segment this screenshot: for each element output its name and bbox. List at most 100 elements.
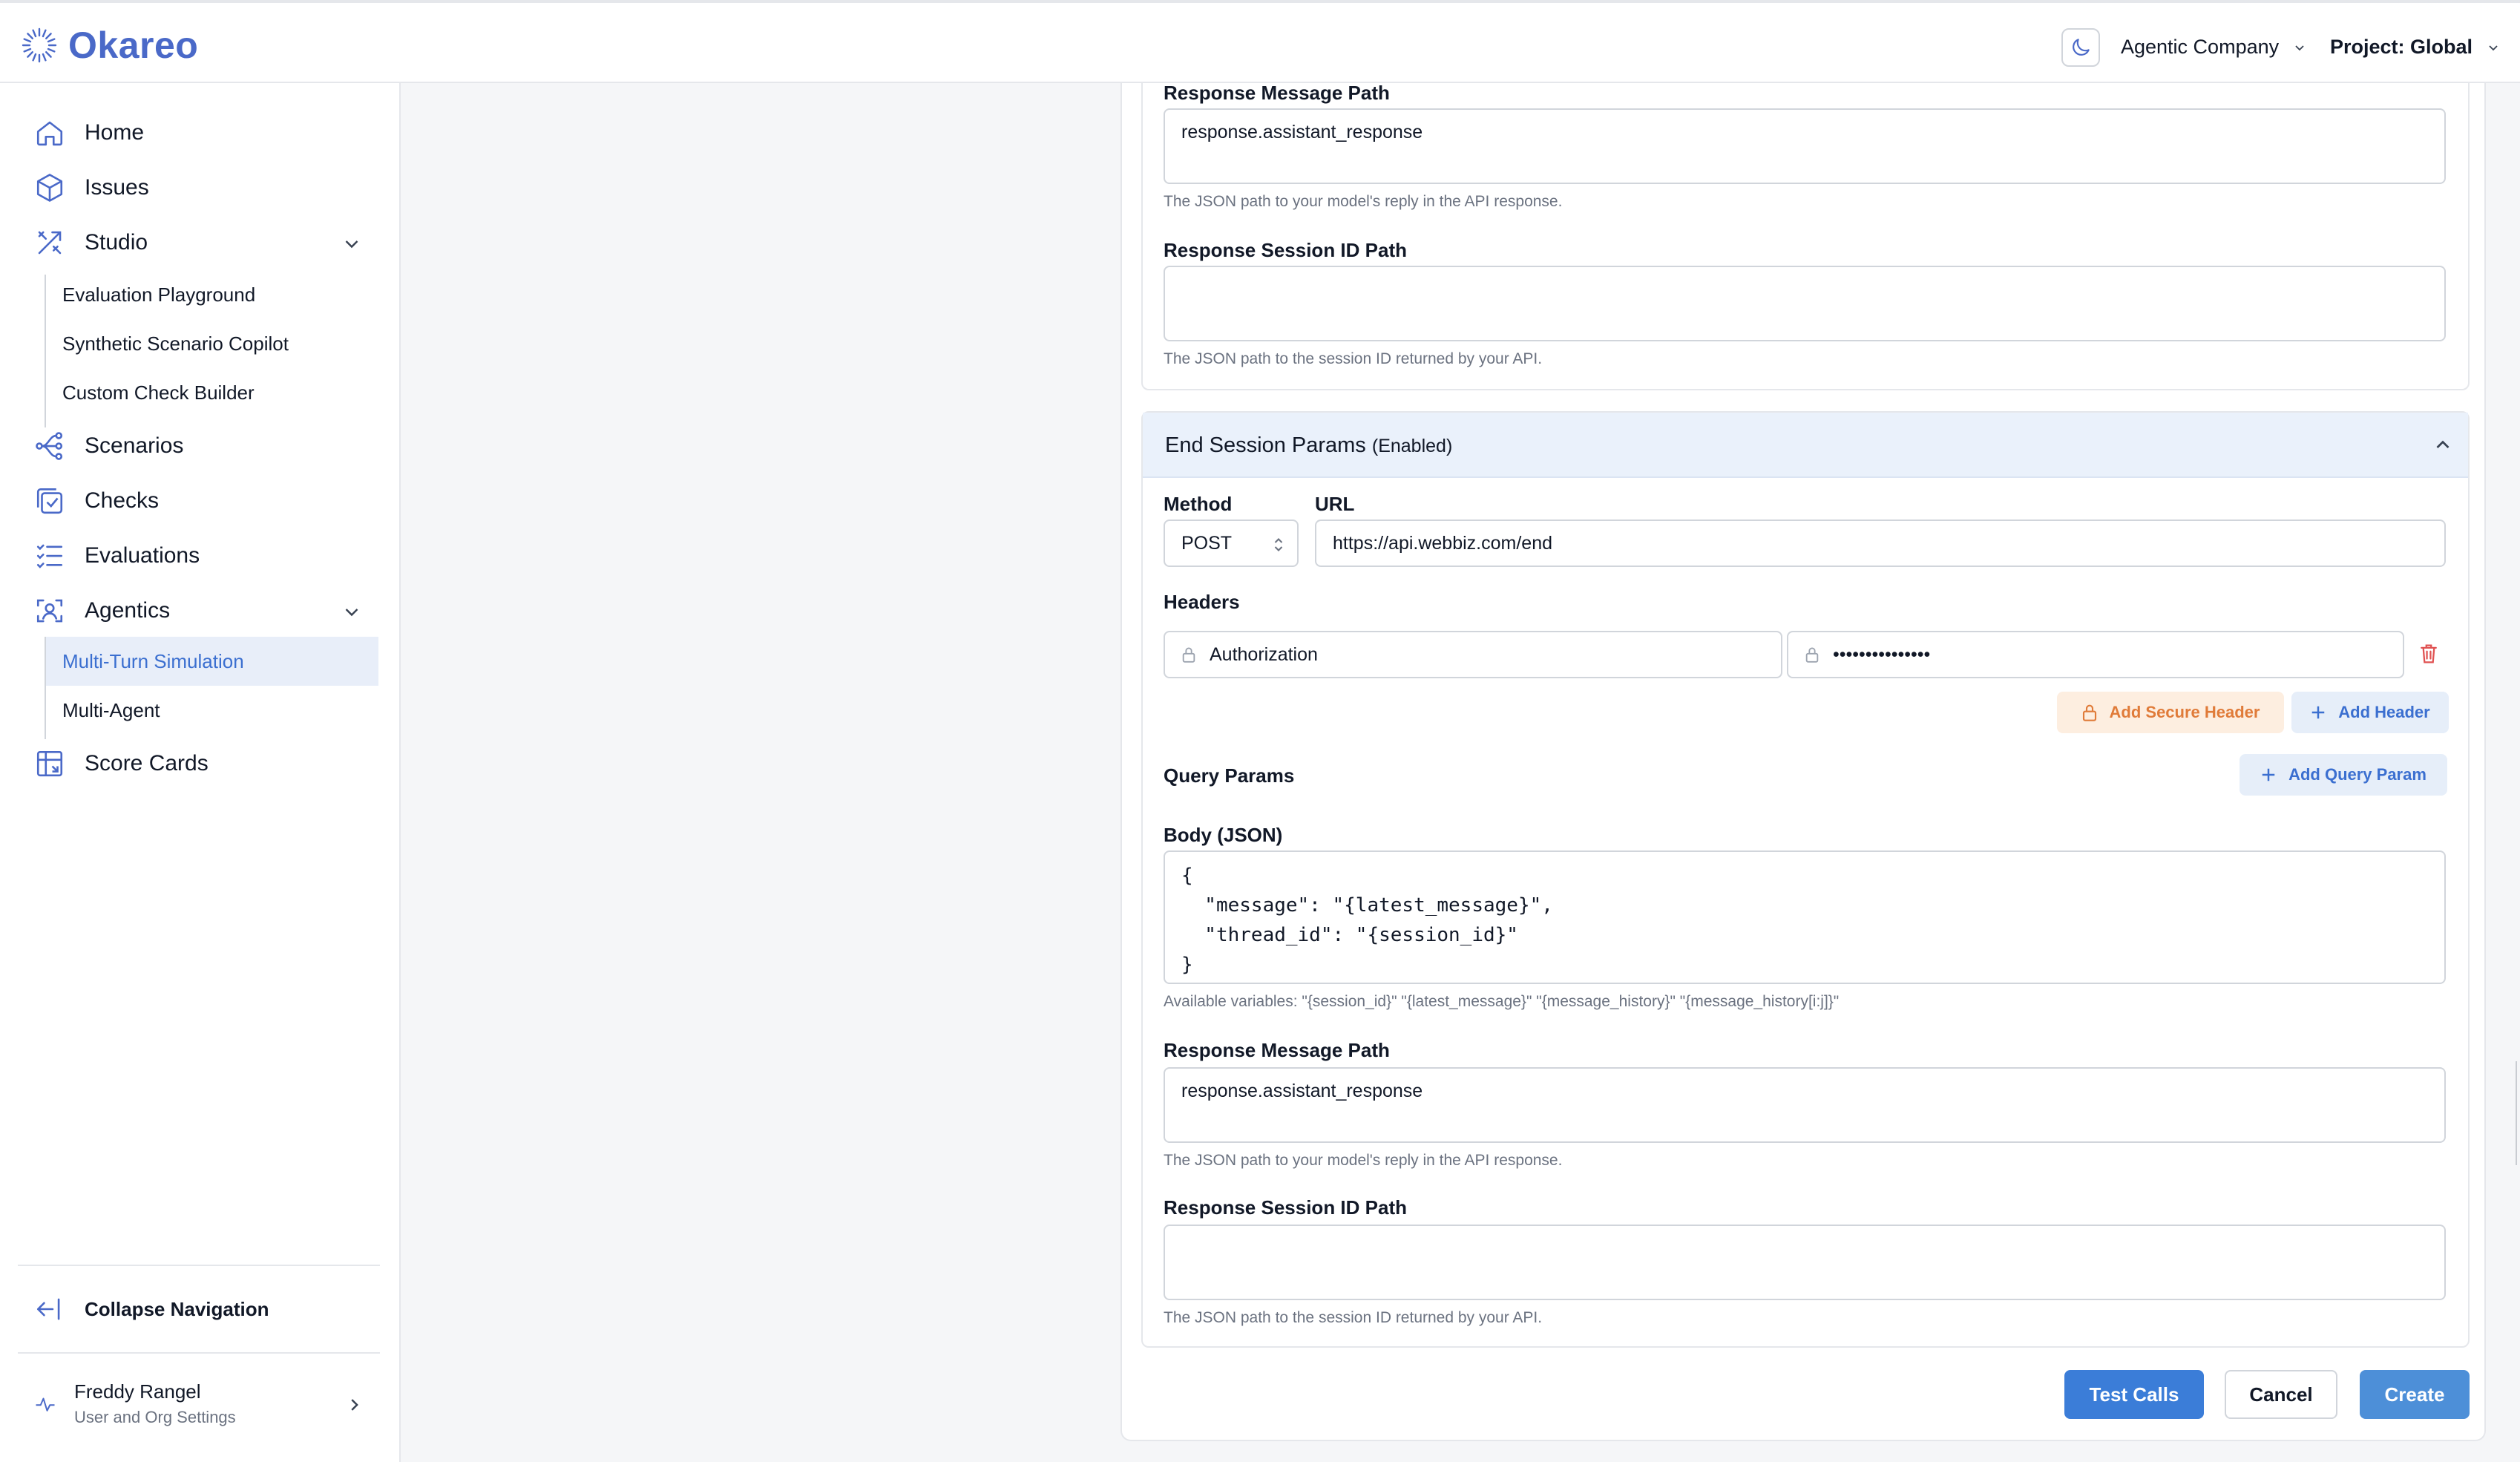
- query-params-label: Query Params: [1164, 764, 1295, 787]
- cube-icon: [36, 174, 63, 202]
- sidebar-item-evaluations[interactable]: Evaluations: [34, 540, 200, 571]
- activity-icon: [36, 1397, 55, 1412]
- user-settings[interactable]: Freddy Rangel User and Org Settings: [34, 1380, 236, 1427]
- branch-icon: [36, 432, 63, 460]
- sidebar-item-home[interactable]: Home: [34, 117, 144, 148]
- lock-icon: [1182, 647, 1195, 663]
- project-name: Project: Global: [2330, 36, 2473, 58]
- plus-icon: [2262, 768, 2275, 781]
- sidebar-item-issues[interactable]: Issues: [34, 172, 149, 203]
- logo-text: Okareo: [68, 24, 199, 66]
- sidebar-item-label: Score Cards: [85, 751, 209, 776]
- sidebar-subitem-synthetic-scenario-copilot[interactable]: Synthetic Scenario Copilot: [62, 332, 289, 355]
- end-response-message-path-input[interactable]: response.assistant_response: [1164, 1067, 2446, 1143]
- method-value: POST: [1181, 532, 1233, 554]
- response-session-id-path-help: The JSON path to the session ID returned…: [1164, 350, 1543, 367]
- user-subtitle: User and Org Settings: [74, 1408, 236, 1426]
- add-query-param-button[interactable]: Add Query Param: [2240, 754, 2447, 796]
- response-session-id-path-input[interactable]: [1164, 266, 2446, 341]
- end-response-session-id-path-help: The JSON path to the session ID returned…: [1164, 1309, 1543, 1326]
- company-selector[interactable]: Agentic Company: [2121, 36, 2306, 59]
- add-query-param-label: Add Query Param: [2288, 765, 2427, 784]
- list-check-icon: [36, 544, 63, 568]
- sidebar-item-checks[interactable]: Checks: [34, 485, 159, 517]
- sidebar-subitem-custom-check-builder[interactable]: Custom Check Builder: [62, 381, 255, 404]
- add-secure-header-button[interactable]: Add Secure Header: [2057, 692, 2284, 733]
- scrollbar[interactable]: [2516, 1061, 2517, 1165]
- sidebar-item-score-cards[interactable]: Score Cards: [34, 748, 209, 779]
- tools-icon: [38, 231, 62, 255]
- user-name: Freddy Rangel: [74, 1380, 201, 1403]
- end-session-title-text: End Session Params: [1165, 433, 1366, 457]
- sidebar-item-label: Home: [85, 120, 145, 145]
- cancel-button[interactable]: Cancel: [2225, 1370, 2337, 1419]
- sidebar-subitem-multi-turn-simulation[interactable]: Multi-Turn Simulation: [62, 650, 244, 673]
- company-name: Agentic Company: [2121, 36, 2280, 58]
- header-key-input[interactable]: Authorization: [1164, 631, 1782, 678]
- sidebar-item-label: Scenarios: [85, 433, 184, 458]
- test-calls-button[interactable]: Test Calls: [2064, 1370, 2204, 1419]
- body-json-label: Body (JSON): [1164, 824, 1283, 846]
- response-message-path-input[interactable]: response.assistant_response: [1164, 108, 2446, 184]
- url-input[interactable]: https://api.webbiz.com/end: [1315, 519, 2446, 567]
- end-session-title: End Session Params (Enabled): [1165, 433, 1452, 458]
- agent-scan-icon: [36, 599, 63, 623]
- table-icon: [36, 750, 63, 777]
- logo[interactable]: Okareo: [21, 24, 198, 67]
- project-selector[interactable]: Project: Global: [2330, 36, 2499, 59]
- method-label: Method: [1164, 493, 1233, 515]
- home-icon: [36, 121, 63, 146]
- sidebar: Home Issues Studio Evaluation Playground…: [0, 83, 401, 1462]
- header-key-value: Authorization: [1210, 643, 1318, 665]
- end-session-header[interactable]: End Session Params (Enabled): [1143, 413, 2468, 478]
- end-response-message-path-help: The JSON path to your model's reply in t…: [1164, 1152, 1563, 1169]
- body-json-editor[interactable]: { "message": "{latest_message}", "thread…: [1164, 850, 2446, 984]
- trash-icon[interactable]: [2419, 643, 2438, 665]
- chevron-up-icon[interactable]: [2434, 436, 2452, 454]
- header-value-masked: •••••••••••••••: [1833, 643, 1931, 665]
- sidebar-subitem-evaluation-playground[interactable]: Evaluation Playground: [62, 283, 255, 307]
- collapse-arrow-icon: [36, 1298, 60, 1320]
- lock-icon: [1805, 647, 1819, 663]
- available-variables-help: Available variables: "{session_id}" "{la…: [1164, 993, 1840, 1010]
- sidebar-item-label: Checks: [85, 488, 160, 513]
- sidebar-item-label: Issues: [85, 175, 149, 200]
- add-secure-header-label: Add Secure Header: [2109, 703, 2260, 721]
- method-select[interactable]: POST: [1164, 519, 1299, 567]
- plus-icon: [2312, 706, 2325, 719]
- chevron-down-icon[interactable]: [343, 235, 361, 252]
- add-header-button[interactable]: Add Header: [2291, 692, 2449, 733]
- end-response-session-id-path-label: Response Session ID Path: [1164, 1196, 1407, 1219]
- chevron-down-icon: [2295, 45, 2304, 50]
- sidebar-item-label: Agentics: [85, 598, 171, 623]
- response-session-id-path-label: Response Session ID Path: [1164, 239, 1407, 261]
- check-square-icon: [36, 488, 63, 514]
- updown-chevron-icon: [1274, 538, 1283, 551]
- sidebar-subitem-multi-agent[interactable]: Multi-Agent: [62, 699, 160, 722]
- end-response-message-path-label: Response Message Path: [1164, 1039, 1390, 1061]
- collapse-navigation-button[interactable]: Collapse Navigation: [34, 1296, 269, 1322]
- sidebar-item-label: Evaluations: [85, 543, 200, 568]
- collapse-label: Collapse Navigation: [85, 1297, 269, 1320]
- headers-label: Headers: [1164, 591, 1240, 613]
- sidebar-divider: [18, 1352, 380, 1354]
- sidebar-divider: [18, 1265, 380, 1266]
- sidebar-item-studio[interactable]: Studio: [34, 227, 148, 258]
- chevron-right-icon[interactable]: [346, 1397, 362, 1413]
- chevron-down-icon[interactable]: [343, 603, 361, 620]
- create-button[interactable]: Create: [2360, 1370, 2470, 1419]
- response-message-path-help: The JSON path to your model's reply in t…: [1164, 193, 1563, 210]
- sidebar-item-scenarios[interactable]: Scenarios: [34, 430, 183, 462]
- theme-toggle-button[interactable]: [2061, 28, 2100, 67]
- sub-nav-line: [45, 275, 46, 427]
- sidebar-item-label: Studio: [85, 230, 148, 255]
- header-value-input[interactable]: •••••••••••••••: [1787, 631, 2404, 678]
- okareo-logo-icon: [22, 27, 57, 63]
- end-response-session-id-path-input[interactable]: [1164, 1225, 2446, 1300]
- moon-icon: [2073, 39, 2090, 56]
- top-bar: Okareo Agentic Company Project: Global: [0, 0, 2520, 83]
- add-header-label: Add Header: [2338, 703, 2430, 721]
- sidebar-item-agentics[interactable]: Agentics: [34, 595, 170, 626]
- end-session-status: (Enabled): [1371, 436, 1453, 456]
- lock-icon: [2082, 704, 2096, 721]
